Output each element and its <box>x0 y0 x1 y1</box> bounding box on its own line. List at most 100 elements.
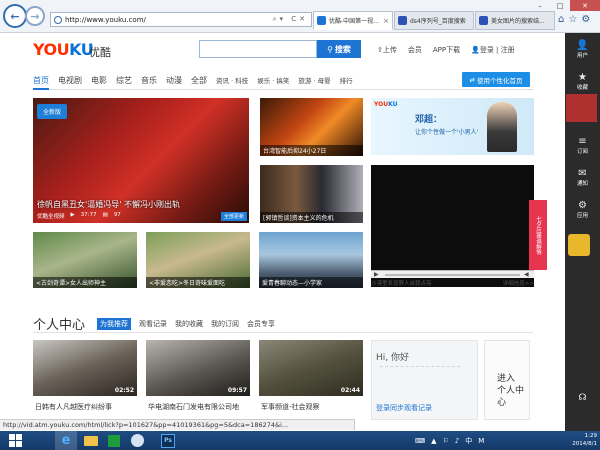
ad-video-player[interactable] <box>371 165 534 287</box>
ime-mode-icon[interactable]: M <box>478 437 484 445</box>
feature-title[interactable]: 徐帆自黑丑女'逼婚冯导' 不懈冯小刚出轨 <box>37 199 180 210</box>
sidebar-label: 收藏 <box>576 85 588 91</box>
login-link[interactable]: 👤登录 | 注册 <box>471 45 515 55</box>
taskbar-photoshop[interactable]: Ps <box>157 431 179 450</box>
volume-icon[interactable]: ◀ <box>524 271 529 278</box>
ad-headline: 邓超： <box>415 115 443 125</box>
taskbar-ie[interactable]: e <box>55 431 77 450</box>
tab-vip[interactable]: 会员专享 <box>247 319 275 329</box>
video-tile[interactable]: 爱青春聊动态—小学家 <box>259 232 363 288</box>
taskbar-app[interactable] <box>126 431 148 450</box>
apps-icon: ⚙ <box>578 200 587 211</box>
video-thumb[interactable]: 02:44 <box>259 340 363 396</box>
right-sidebar: 👤 用户 ★ 收藏 ◷ 记录 ≡ 订阅 ✉ 通知 ⚙ 应用 ☊ <box>565 33 600 431</box>
close-window-button[interactable]: ✕ <box>570 0 600 11</box>
taskbar-store[interactable] <box>103 431 125 450</box>
sidebar-item-notify[interactable]: ✉ 通知 <box>565 168 600 188</box>
search-input[interactable] <box>199 40 317 58</box>
youku-logo[interactable]: YOUKU <box>33 40 94 59</box>
nav-movie[interactable]: 电影 <box>91 75 107 86</box>
personalized-home-label: 使用个性化首页 <box>476 76 523 85</box>
tab-youku[interactable]: 优酷-中国第一视... × <box>313 11 393 30</box>
video-controls[interactable]: ▶ ◀ <box>371 270 534 278</box>
home-icon[interactable]: ⌂ <box>558 14 564 25</box>
minimize-button[interactable]: – <box>530 0 550 11</box>
channel-nav: 首页 电视剧 电影 综艺 音乐 动漫 全部 资讯 · 科技 娱乐 · 搞笑 旅游… <box>33 72 533 88</box>
tab-baidu-ds4[interactable]: ds4序列号_百度搜索 <box>394 11 474 30</box>
feature-comments: 97 <box>113 212 121 218</box>
login-sync-link[interactable]: 登录同步观看记录 <box>376 403 432 413</box>
sidebar-item-apps[interactable]: ⚙ 应用 <box>565 200 600 220</box>
internet-explorer-icon: e <box>61 433 71 448</box>
nav-news-tech[interactable]: 资讯 · 科技 <box>216 75 248 85</box>
maximize-button[interactable]: □ <box>550 0 570 11</box>
ad-video-title[interactable]: 沙漠里发现野人自我点亮 <box>371 279 432 287</box>
gift-icon[interactable] <box>568 234 590 256</box>
sidebar-label: 用户 <box>576 53 588 59</box>
video-thumb[interactable]: 02:52 <box>33 340 137 396</box>
sidebar-item-user[interactable]: 👤 用户 <box>565 41 600 60</box>
video-thumb[interactable]: 09:57 <box>146 340 250 396</box>
back-button[interactable]: ← <box>3 4 27 28</box>
clock[interactable]: 1:29 2014/8/1 <box>561 432 597 448</box>
headset-icon[interactable]: ☊ <box>565 393 600 403</box>
flag-icon[interactable]: ⚐ <box>443 437 449 445</box>
register-label[interactable]: 注册 <box>501 46 515 54</box>
progress-track[interactable] <box>385 274 520 276</box>
ad-banner[interactable]: YOUKU 邓超： 让你个性做一个'小男人' <box>371 98 534 155</box>
tile-caption: [郭镇哲谈]资本主义的危机 <box>260 212 363 223</box>
video-tile[interactable]: <非爱恋吃>冬日奇味爱面吃 <box>146 232 250 288</box>
keyboard-icon[interactable]: ⌨ <box>415 437 425 445</box>
system-tray: ⌨ ▲ ⚐ ♪ 中 M <box>415 432 484 449</box>
app-download-link[interactable]: APP下载 <box>433 45 460 55</box>
video-title[interactable]: 日韩有人凡越医疗纠纷事 <box>35 402 112 412</box>
nav-all[interactable]: 全部 <box>191 75 207 86</box>
ad-video-caption: 沙漠里发现野人自我点亮 详细信息>> <box>371 279 534 287</box>
address-bar[interactable]: http://www.youku.com/ ⌕▾ C✕ <box>50 12 312 27</box>
mail-icon: ✉ <box>578 168 587 179</box>
ad-tag[interactable]: 七夕应援谁解情 <box>529 200 547 270</box>
nav-ent-fun[interactable]: 娱乐 · 搞笑 <box>257 75 289 85</box>
tab-subscriptions[interactable]: 我的订阅 <box>211 319 239 329</box>
tab-recommend[interactable]: 为我推荐 <box>97 318 131 330</box>
show-hidden-icon[interactable]: ▲ <box>431 437 436 445</box>
upload-link[interactable]: ⇧上传 <box>377 45 397 55</box>
nav-travel-baby[interactable]: 旅游 · 母婴 <box>298 75 330 85</box>
nav-variety[interactable]: 综艺 <box>116 75 132 86</box>
volume-icon[interactable]: ♪ <box>455 437 459 445</box>
search-button[interactable]: ⚲ 搜索 <box>317 40 361 58</box>
sidebar-label: 通知 <box>576 181 588 187</box>
video-tile[interactable]: 台湾智能后抑24小27日 <box>260 98 363 156</box>
video-title[interactable]: 军事频道-社会观察 <box>261 402 320 412</box>
play-icon[interactable]: ▶ <box>374 271 379 278</box>
sidebar-item-subscribe[interactable]: ≡ 订阅 <box>565 137 600 156</box>
address-actions-icon[interactable]: ⌕▾ C✕ <box>273 15 308 24</box>
start-button[interactable] <box>4 431 26 450</box>
enter-center-text[interactable]: 进入 个人中 心 <box>497 373 524 409</box>
nav-ranking[interactable]: 排行 <box>340 75 353 85</box>
nav-home[interactable]: 首页 <box>33 75 49 86</box>
nav-anime[interactable]: 动漫 <box>166 75 182 86</box>
video-tile[interactable]: <古剑奇谭>女人出师神主 <box>33 232 137 288</box>
windows-logo-icon <box>8 434 22 447</box>
feature-duration: 37:77 <box>80 212 97 218</box>
close-tab-icon[interactable]: × <box>383 17 389 25</box>
tab-label: 美女图片的搜索结... <box>491 18 545 25</box>
nav-tv[interactable]: 电视剧 <box>58 75 82 86</box>
video-title[interactable]: 华电湖南石门发电有限公司地 <box>148 402 239 412</box>
settings-gear-icon[interactable]: ⚙ <box>581 14 590 25</box>
nav-music[interactable]: 音乐 <box>141 75 157 86</box>
forward-button[interactable]: → <box>25 6 45 26</box>
ad-video-link[interactable]: 详细信息>> <box>503 279 534 287</box>
ime-icon[interactable]: 中 <box>465 436 472 446</box>
tab-baidu-images[interactable]: 美女图片的搜索结... <box>475 11 555 30</box>
sidebar-item-favorites[interactable]: ★ 收藏 <box>565 73 600 92</box>
tab-favorites[interactable]: 我的收藏 <box>175 319 203 329</box>
promo-badge-image[interactable] <box>566 94 597 122</box>
favorites-star-icon[interactable]: ☆ <box>568 14 577 25</box>
tab-history[interactable]: 观看记录 <box>139 319 167 329</box>
vip-link[interactable]: 会员 <box>408 45 422 55</box>
taskbar-explorer[interactable] <box>80 431 102 450</box>
video-tile[interactable]: [郭镇哲谈]资本主义的危机 <box>260 165 363 223</box>
personalized-home-button[interactable]: ⇄ 使用个性化首页 <box>462 72 530 87</box>
